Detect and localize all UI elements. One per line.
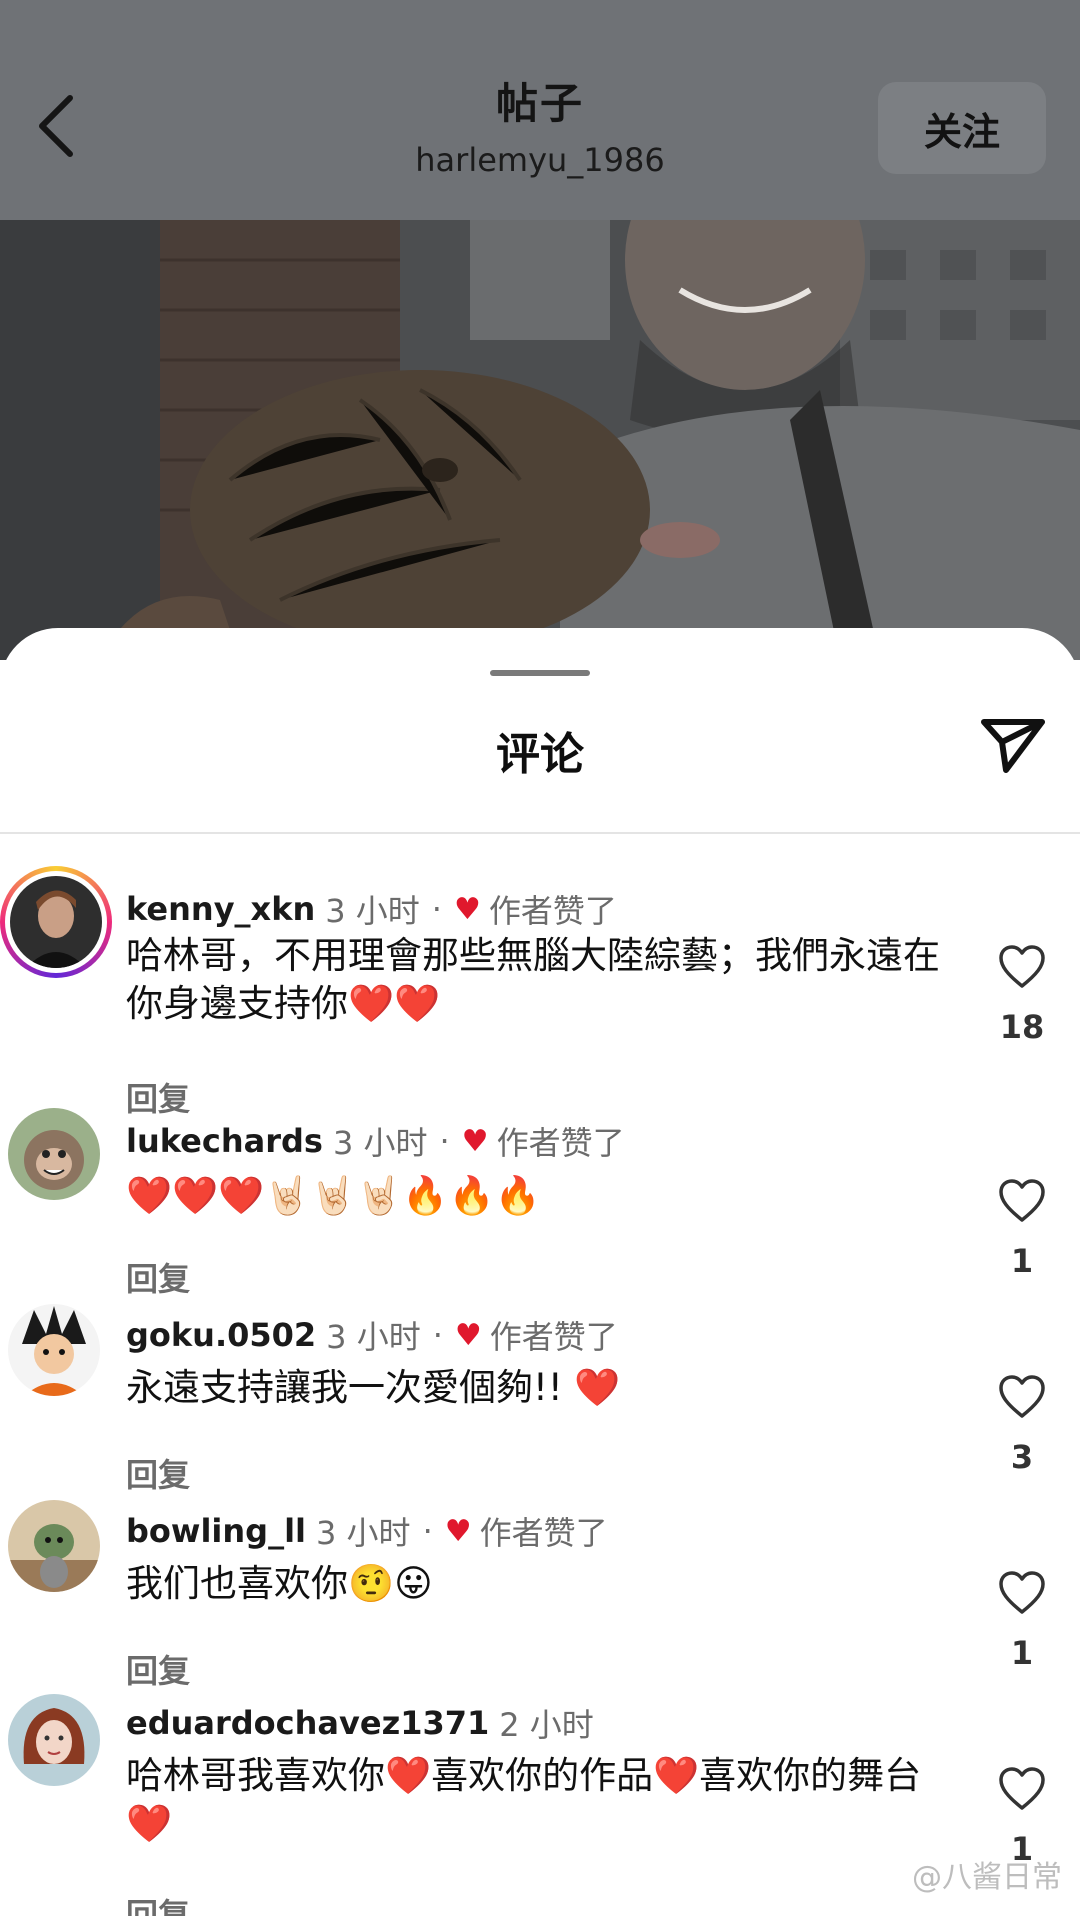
heart-outline-icon[interactable]: [990, 1766, 1054, 1816]
like-count: 3: [1010, 1438, 1034, 1476]
comment-meta: lukechards 3 小时 · ♥ 作者赞了: [126, 1118, 625, 1164]
author-liked-label: 作者赞了: [489, 1318, 618, 1356]
comment-username[interactable]: kenny_xkn: [126, 890, 315, 928]
header-divider: [0, 832, 1080, 834]
comment-text: 我们也喜欢你🤨😛: [126, 1562, 433, 1605]
comment-meta: goku.0502 3 小时 · ♥ 作者赞了: [126, 1312, 618, 1358]
comment-time: 3 小时: [316, 1514, 411, 1552]
comments-sheet: 评论 kenny_xkn 3 小时 · ♥ 作者赞了 哈林哥，不用理會那些無腦大…: [0, 628, 1080, 1916]
reply-button[interactable]: 回复: [126, 1450, 190, 1496]
avatar[interactable]: [8, 1694, 104, 1790]
comment-meta: eduardochavez1371 2 小时: [126, 1700, 594, 1746]
like-count: 1: [1010, 1634, 1034, 1672]
like-column: 1: [990, 1570, 1054, 1672]
comment-meta: bowling_ll 3 小时 · ♥ 作者赞了: [126, 1508, 608, 1554]
avatar[interactable]: [8, 1304, 104, 1400]
author-liked-heart-icon: ♥: [444, 1513, 472, 1549]
comment-username[interactable]: goku.0502: [126, 1316, 316, 1354]
comment-username[interactable]: bowling_ll: [126, 1512, 306, 1550]
author-liked-heart-icon: ♥: [461, 1123, 489, 1159]
heart-outline-icon[interactable]: [990, 1374, 1054, 1424]
comment-text: 哈林哥我喜欢你❤️喜欢你的作品❤️喜欢你的舞台❤️: [126, 1754, 922, 1845]
meta-separator: ·: [439, 1122, 450, 1160]
avatar-image: [8, 1304, 100, 1396]
avatar[interactable]: [8, 1108, 104, 1204]
heart-outline-icon[interactable]: [990, 1178, 1054, 1228]
comment-meta: kenny_xkn 3 小时 · ♥ 作者赞了: [126, 886, 617, 932]
like-count: 18: [999, 1008, 1045, 1046]
comment-time: 3 小时: [325, 892, 420, 930]
avatar-image: [8, 1500, 100, 1592]
avatar-image: [8, 1694, 100, 1786]
author-liked-label: 作者赞了: [488, 892, 617, 930]
top-nav-bar: 帖子 harlemyu_1986 关注: [0, 0, 1080, 220]
sheet-drag-handle[interactable]: [490, 670, 590, 676]
reply-button[interactable]: 回复: [126, 1074, 190, 1120]
comment-username[interactable]: eduardochavez1371: [126, 1704, 489, 1742]
story-ring: [0, 866, 112, 978]
author-liked-label: 作者赞了: [496, 1124, 625, 1162]
send-share-icon[interactable]: [976, 708, 1050, 782]
meta-separator: ·: [432, 1316, 443, 1354]
like-column: 3: [990, 1374, 1054, 1476]
comment-time: 3 小时: [332, 1124, 428, 1162]
comment-username[interactable]: lukechards: [126, 1122, 323, 1160]
reply-button[interactable]: 回复: [126, 1890, 190, 1916]
comments-title: 评论: [496, 729, 584, 780]
heart-outline-icon[interactable]: [990, 944, 1054, 994]
like-column: 1: [990, 1178, 1054, 1280]
meta-separator: ·: [422, 1512, 433, 1550]
author-liked-heart-icon: ♥: [454, 1317, 482, 1353]
follow-button[interactable]: 关注: [878, 82, 1046, 174]
like-count: 1: [1010, 1242, 1034, 1280]
reply-button[interactable]: 回复: [126, 1646, 190, 1692]
author-liked-label: 作者赞了: [479, 1514, 608, 1552]
comment-text: ❤️❤️❤️🤘🏻🤘🏻🤘🏻🔥🔥🔥: [126, 1174, 541, 1217]
author-liked-heart-icon: ♥: [453, 891, 481, 927]
watermark-text: @八酱日常: [912, 1860, 1062, 1895]
comment-time: 2 小时: [499, 1706, 594, 1744]
meta-separator: ·: [431, 890, 442, 928]
comment-text: 哈林哥，不用理會那些無腦大陸綜藝；我們永遠在你身邊支持你❤️❤️: [126, 934, 940, 1025]
avatar-image: [10, 876, 102, 968]
comment-text: 永遠支持讓我一次愛個夠!! ❤️: [126, 1366, 621, 1409]
reply-button[interactable]: 回复: [126, 1254, 190, 1300]
comment-time: 3 小时: [326, 1318, 421, 1356]
avatar[interactable]: [0, 866, 112, 978]
avatar[interactable]: [8, 1500, 104, 1596]
post-photo: [0, 220, 1080, 660]
like-column: 18: [990, 944, 1054, 1046]
heart-outline-icon[interactable]: [990, 1570, 1054, 1620]
avatar-image: [8, 1108, 100, 1200]
